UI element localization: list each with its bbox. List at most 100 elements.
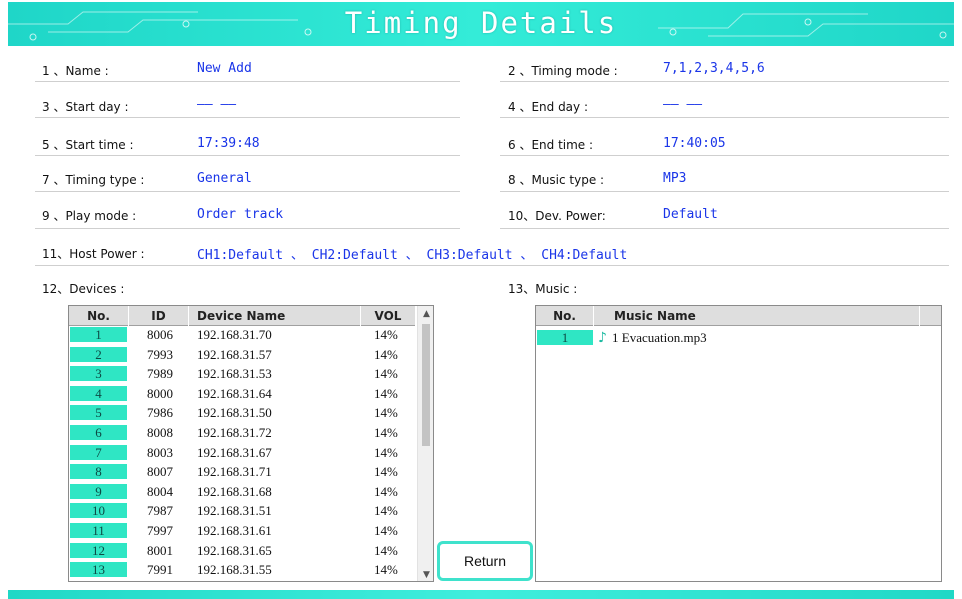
cell-vol: 14% [374, 444, 398, 460]
cell-vol: 14% [374, 464, 398, 480]
cell-vol: 14% [374, 523, 398, 538]
cell-device-name: 192.168.31.72 [197, 425, 272, 440]
cell-device-name: 192.168.31.68 [197, 483, 272, 499]
cell-vol: 14% [374, 562, 398, 578]
return-button[interactable]: Return [437, 541, 533, 581]
cell-device-name: 192.168.31.61 [197, 523, 272, 538]
music-type-value: MP3 [663, 171, 687, 186]
table-row[interactable]: 2 7993 192.168.31.57 14% [69, 346, 416, 363]
start-day-value: —— —— [197, 97, 237, 112]
title-bar: Timing Details [8, 2, 954, 46]
cell-device-name: 192.168.31.50 [197, 405, 272, 421]
cell-music-name: 1 Evacuation.mp3 [612, 330, 707, 345]
cell-id: 8006 [147, 327, 173, 342]
cell-vol: 14% [374, 385, 398, 401]
cell-device-name: 192.168.31.67 [197, 444, 272, 460]
devices-scrollbar[interactable]: ▲ ▼ [417, 306, 433, 581]
cell-no: 13 [70, 562, 127, 579]
music-type-label: 8 、Music type : [508, 173, 605, 187]
cell-no: 6 [70, 425, 127, 441]
table-row[interactable]: 5 7986 192.168.31.50 14% [69, 405, 416, 422]
table-header: No. Music Name [536, 306, 941, 326]
chevron-down-icon[interactable]: ▼ [418, 567, 433, 581]
table-row[interactable]: 13 7991 192.168.31.55 14% [69, 562, 416, 579]
table-row[interactable]: 4 8000 192.168.31.64 14% [69, 385, 416, 402]
timing-type-value: General [197, 171, 252, 186]
table-row[interactable]: 1 8006 192.168.31.70 14% [69, 327, 416, 343]
column-header-id[interactable]: ID [129, 306, 189, 326]
column-header-music-name[interactable]: Music Name [594, 306, 920, 326]
table-row[interactable]: 10 7987 192.168.31.51 14% [69, 503, 416, 520]
column-header-no[interactable]: No. [69, 306, 129, 326]
cell-no: 12 [70, 542, 127, 559]
divider [35, 155, 460, 156]
divider [500, 191, 949, 192]
timing-mode-label: 2 、Timing mode : [508, 64, 618, 78]
table-row[interactable]: 7 8003 192.168.31.67 14% [69, 444, 416, 461]
music-table[interactable]: No. Music Name 1 ♪ 1 Evacuation.mp3 [535, 305, 942, 582]
timing-type-label: 7 、Timing type : [42, 173, 145, 187]
host-power-label: 11、Host Power : [42, 247, 145, 261]
name-value: New Add [197, 61, 252, 76]
cell-no: 3 [70, 366, 127, 383]
divider [35, 117, 460, 118]
table-row[interactable]: 12 8001 192.168.31.65 14% [69, 542, 416, 559]
play-mode-value: Order track [197, 207, 284, 222]
cell-id: 7986 [147, 405, 173, 421]
cell-id: 8001 [147, 542, 173, 558]
cell-id: 7997 [147, 523, 173, 538]
cell-id: 7989 [147, 366, 173, 382]
cell-no: 1 [537, 330, 593, 346]
cell-device-name: 192.168.31.51 [197, 503, 272, 519]
column-header-no[interactable]: No. [536, 306, 594, 326]
host-power-value: CH1:Default 、 CH2:Default 、 CH3:Default … [197, 248, 628, 263]
column-header-device-name[interactable]: Device Name [189, 306, 361, 326]
scrollbar-thumb[interactable] [422, 324, 430, 446]
page-title: Timing Details [344, 6, 618, 40]
cell-device-name: 192.168.31.55 [197, 562, 272, 578]
column-header-vol[interactable]: VOL [361, 306, 416, 326]
cell-device-name: 192.168.31.53 [197, 366, 272, 382]
list-item[interactable]: 1 ♪ 1 Evacuation.mp3 [536, 330, 941, 346]
cell-id: 8000 [147, 385, 173, 401]
end-day-value: —— —— [663, 97, 703, 112]
cell-id: 7993 [147, 346, 173, 362]
cell-no: 4 [70, 385, 127, 402]
divider [35, 191, 460, 192]
table-row[interactable]: 9 8004 192.168.31.68 14% [69, 483, 416, 500]
divider [500, 117, 949, 118]
cell-vol: 14% [374, 542, 398, 558]
start-time-label: 5 、Start time : [42, 138, 134, 152]
cell-id: 8007 [147, 464, 173, 480]
cell-no: 2 [70, 346, 127, 363]
start-day-label: 3 、Start day : [42, 100, 129, 114]
cell-id: 8004 [147, 483, 173, 499]
bottom-bar [8, 590, 954, 599]
divider [35, 81, 460, 82]
cell-no: 11 [70, 523, 127, 539]
cell-id: 7987 [147, 503, 173, 519]
table-row[interactable]: 8 8007 192.168.31.71 14% [69, 464, 416, 481]
cell-vol: 14% [374, 483, 398, 499]
table-header: No. ID Device Name VOL [69, 306, 416, 326]
divider [500, 155, 949, 156]
play-mode-label: 9 、Play mode : [42, 209, 137, 223]
end-time-value: 17:40:05 [663, 136, 726, 151]
music-label: 13、Music : [508, 282, 578, 296]
divider [500, 81, 949, 82]
music-note-icon: ♪ [598, 330, 607, 346]
cell-vol: 14% [374, 327, 398, 342]
end-day-label: 4 、End day : [508, 100, 588, 114]
cell-vol: 14% [374, 503, 398, 519]
cell-no: 5 [70, 405, 127, 422]
divider [35, 265, 949, 266]
cell-device-name: 192.168.31.57 [197, 346, 272, 362]
table-row[interactable]: 3 7989 192.168.31.53 14% [69, 366, 416, 383]
divider [500, 228, 949, 229]
chevron-up-icon[interactable]: ▲ [418, 306, 433, 322]
devices-table[interactable]: No. ID Device Name VOL 1 8006 192.168.31.7… [68, 305, 434, 582]
timing-mode-value: 7,1,2,3,4,5,6 [663, 61, 765, 76]
table-row[interactable]: 6 8008 192.168.31.72 14% [69, 425, 416, 441]
cell-vol: 14% [374, 405, 398, 421]
table-row[interactable]: 11 7997 192.168.31.61 14% [69, 523, 416, 539]
